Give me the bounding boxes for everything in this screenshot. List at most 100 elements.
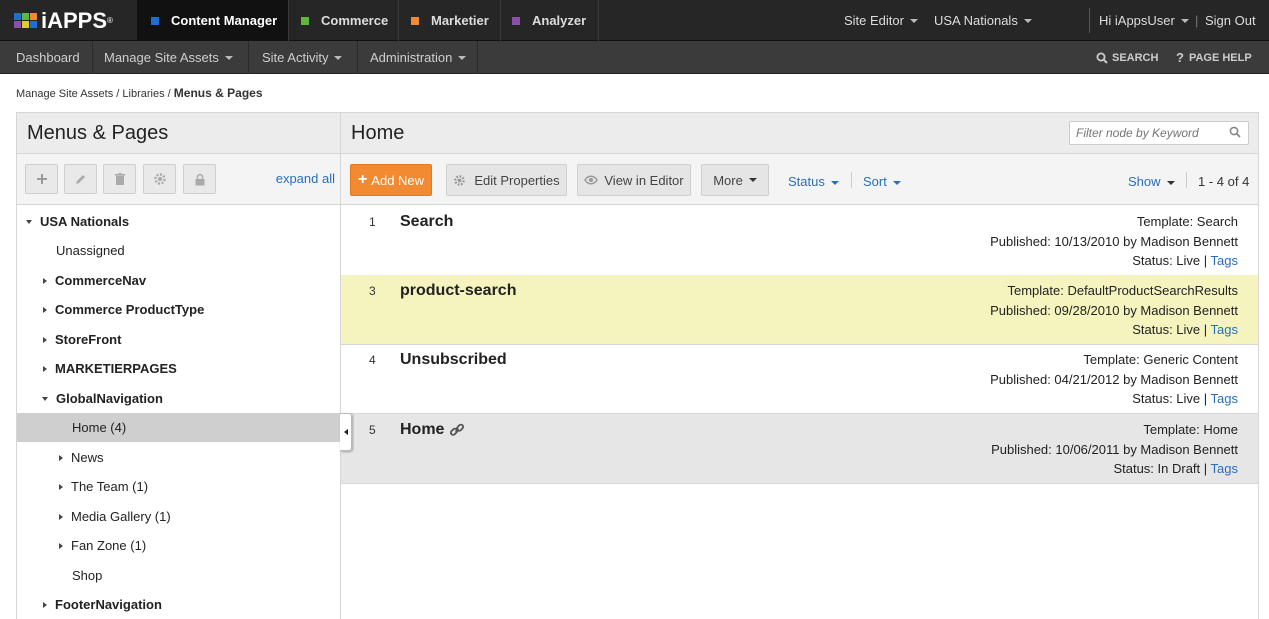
collapsed-arrow-icon[interactable] (43, 306, 47, 313)
tree-node-globalnavigation[interactable]: GlobalNavigation (17, 384, 340, 413)
tree-node-shop[interactable]: Shop (17, 561, 340, 590)
page-help-link[interactable]: ? PAGE HELP (1176, 41, 1252, 74)
eye-icon (584, 175, 599, 185)
tree-node-footernavigation[interactable]: FooterNavigation (17, 590, 340, 619)
tree-node-storefront[interactable]: StoreFront (17, 325, 340, 354)
expanded-arrow-icon[interactable] (42, 396, 48, 401)
show-dropdown[interactable]: Show (1128, 174, 1175, 189)
search-icon[interactable] (1229, 126, 1241, 138)
tree-panel-header: Menus & Pages (17, 113, 340, 154)
site-editor-dropdown[interactable]: Site Editor (844, 0, 918, 41)
page-name[interactable]: Unsubscribed (400, 351, 507, 369)
divider (851, 172, 852, 188)
app-tab-marketier[interactable]: Marketier (399, 0, 501, 41)
main-nav-bar: Dashboard Manage Site Assets Site Activi… (0, 41, 1269, 74)
tags-link[interactable]: Tags (1211, 461, 1238, 476)
top-bar: iAPPS ® Content Manager Commerce Marketie… (0, 0, 1269, 41)
tree-node-news[interactable]: News (17, 443, 340, 472)
expanded-arrow-icon[interactable] (26, 219, 32, 224)
search-label: SEARCH (1112, 51, 1159, 64)
table-row[interactable]: 3 product-search Template: DefaultProduc… (341, 275, 1258, 345)
iapps-logo[interactable]: iAPPS ® (0, 0, 136, 41)
table-row[interactable]: 1 Search Template: Search Published: 10/… (341, 206, 1258, 276)
lock-node-button[interactable] (183, 164, 216, 194)
tree-node-usa-nationals[interactable]: USA Nationals (17, 207, 340, 236)
tree-node-home[interactable]: Home (4) (17, 413, 340, 442)
user-menu-dropdown[interactable]: Hi iAppsUser (1099, 0, 1189, 41)
chevron-down-icon (1023, 18, 1032, 23)
table-row[interactable]: 5 Home Template: Home Published: 10/06/2… (341, 414, 1258, 484)
tags-link[interactable]: Tags (1211, 391, 1238, 406)
nav-administration[interactable]: Administration (358, 41, 478, 74)
more-label: More (713, 172, 743, 188)
page-list-panel: Home + Add New Edit Properties View in E… (341, 112, 1259, 619)
chevron-down-icon (1180, 18, 1189, 23)
tree-node-media-gallery[interactable]: Media Gallery (1) (17, 502, 340, 531)
tree-node-label: Unassigned (56, 243, 125, 258)
collapsed-arrow-icon[interactable] (59, 483, 63, 490)
question-mark-icon: ? (1176, 50, 1184, 65)
chevron-down-icon (334, 55, 343, 60)
search-link[interactable]: SEARCH (1096, 41, 1158, 74)
app-tab-analyzer[interactable]: Analyzer (501, 0, 599, 41)
status-dropdown[interactable]: Status (788, 174, 839, 189)
sign-out-link[interactable]: Sign Out (1205, 0, 1256, 41)
collapsed-arrow-icon[interactable] (43, 601, 47, 608)
tree-node-label: GlobalNavigation (56, 391, 163, 406)
expand-all-link[interactable]: expand all (276, 171, 335, 186)
commerce-square-icon (301, 16, 309, 25)
tags-link[interactable]: Tags (1211, 253, 1238, 268)
node-settings-button[interactable] (143, 164, 176, 194)
filter-keyword-input[interactable] (1069, 121, 1249, 145)
tags-link[interactable]: Tags (1211, 322, 1238, 337)
add-new-button[interactable]: + Add New (350, 164, 432, 196)
page-name[interactable]: product-search (400, 282, 516, 300)
page-name[interactable]: Search (400, 213, 453, 231)
chevron-down-icon (458, 55, 467, 60)
collapse-tree-handle[interactable] (340, 413, 352, 451)
more-dropdown-button[interactable]: More (701, 164, 769, 196)
logo-registered-mark: ® (107, 16, 113, 25)
nav-site-activity[interactable]: Site Activity (249, 41, 358, 74)
table-row[interactable]: 4 Unsubscribed Template: Generic Content… (341, 344, 1258, 414)
show-label: Show (1128, 174, 1161, 189)
delete-node-button[interactable] (103, 164, 136, 194)
user-greeting: Hi iAppsUser (1099, 13, 1175, 28)
nav-dashboard[interactable]: Dashboard (0, 41, 93, 74)
tree-node-commerce-producttype[interactable]: Commerce ProductType (17, 295, 340, 324)
collapsed-arrow-icon[interactable] (43, 336, 47, 343)
collapsed-arrow-icon[interactable] (59, 542, 63, 549)
add-new-label: Add New (371, 172, 425, 188)
marketier-square-icon (411, 16, 419, 25)
tree-node-the-team[interactable]: The Team (1) (17, 472, 340, 501)
search-icon (1096, 52, 1108, 64)
nav-label: Administration (370, 50, 453, 65)
tree-toolbar: expand all (17, 154, 340, 205)
tree-node-unassigned[interactable]: Unassigned (17, 236, 340, 265)
collapsed-arrow-icon[interactable] (43, 365, 47, 372)
collapsed-arrow-icon[interactable] (59, 454, 63, 461)
view-in-editor-button[interactable]: View in Editor (577, 164, 691, 196)
tree-node-commercenav[interactable]: CommerceNav (17, 266, 340, 295)
tree-node-label: USA Nationals (40, 214, 130, 229)
nav-manage-site-assets[interactable]: Manage Site Assets (93, 41, 249, 74)
breadcrumb-libraries[interactable]: Libraries (122, 88, 164, 100)
analyzer-square-icon (512, 16, 520, 25)
breadcrumb-manage-site-assets[interactable]: Manage Site Assets (16, 88, 113, 100)
app-tab-content-manager[interactable]: Content Manager (137, 0, 289, 41)
plus-icon: + (357, 171, 368, 188)
site-selector-dropdown[interactable]: USA Nationals (934, 0, 1032, 41)
gear-icon (454, 174, 466, 186)
sort-dropdown[interactable]: Sort (863, 174, 901, 189)
app-tab-commerce[interactable]: Commerce (289, 0, 399, 41)
edit-node-button[interactable] (64, 164, 97, 194)
add-node-button[interactable] (25, 164, 58, 194)
collapsed-arrow-icon[interactable] (43, 277, 47, 284)
tree-node-fan-zone[interactable]: Fan Zone (1) (17, 531, 340, 560)
collapsed-arrow-icon[interactable] (59, 513, 63, 520)
page-list-toolbar: + Add New Edit Properties View in Editor… (341, 154, 1258, 205)
page-name[interactable]: Home (400, 421, 465, 439)
page-published: Published: 10/06/2011 by Madison Bennett (991, 441, 1238, 457)
edit-properties-button[interactable]: Edit Properties (446, 164, 567, 196)
tree-node-marketierpages[interactable]: MARKETIERPAGES (17, 354, 340, 383)
